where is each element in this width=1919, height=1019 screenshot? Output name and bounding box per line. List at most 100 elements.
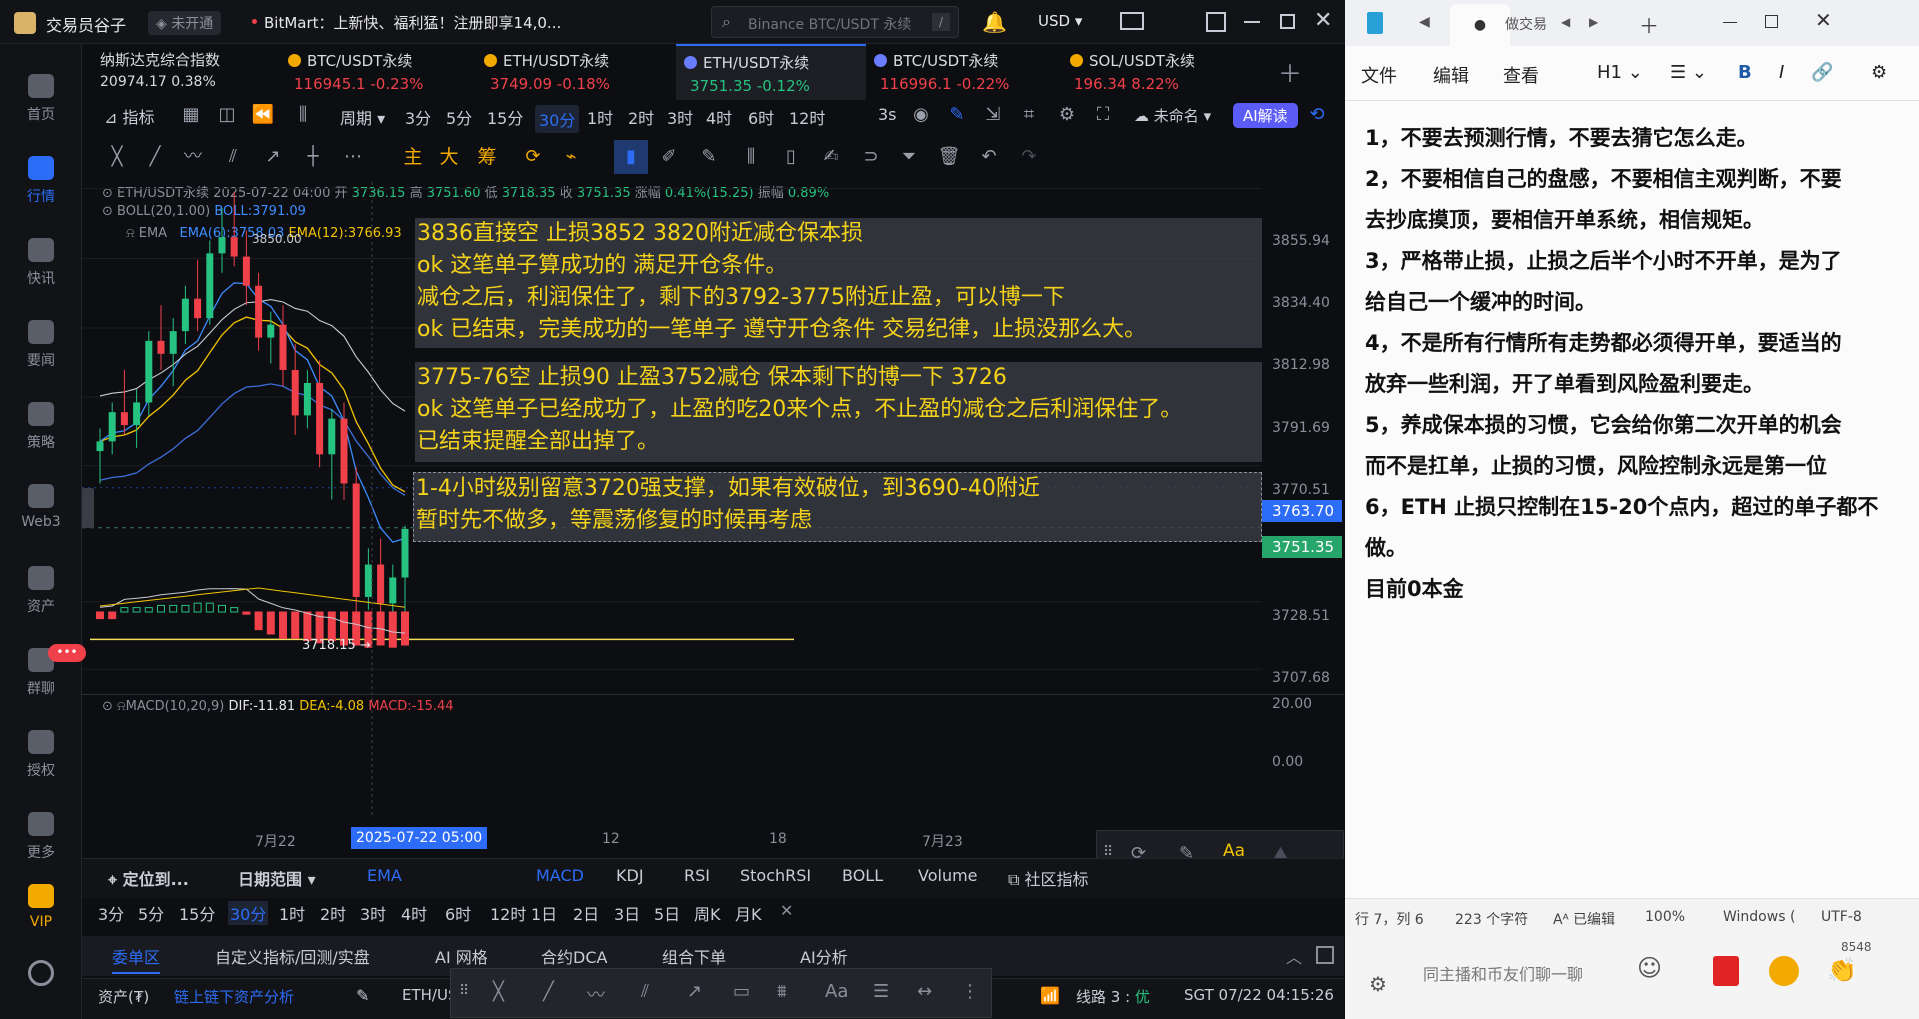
bottom-tab-2[interactable]: AI 网格 xyxy=(435,944,488,968)
ray-tool-icon[interactable]: ↗ xyxy=(260,144,286,170)
ticker-tab[interactable]: ETH/USDT永续 3749.09 -0.18% xyxy=(484,44,674,100)
gear-icon[interactable]: ⚙ xyxy=(1871,62,1887,83)
period-select[interactable]: 周期 ▾ xyxy=(340,105,385,129)
drag-handle-icon[interactable]: ⠿ xyxy=(459,983,469,999)
ray-tool-icon[interactable]: ↗ xyxy=(687,981,702,1002)
interval-bar-15[interactable]: 月K xyxy=(735,901,762,925)
redo-icon[interactable]: ↷ xyxy=(1016,144,1042,170)
interval-2[interactable]: 15分 xyxy=(487,105,523,129)
chips-tool[interactable]: 筹 xyxy=(474,144,500,170)
minimize-icon[interactable] xyxy=(1723,22,1737,23)
line-tool-icon[interactable]: ╱ xyxy=(543,981,554,1002)
interval-bar-14[interactable]: 周K xyxy=(694,901,721,925)
back-icon[interactable]: ◀ xyxy=(1419,14,1430,30)
indicator-tab-4[interactable]: BOLL xyxy=(842,866,883,885)
link-tool-icon[interactable]: ⌁ xyxy=(558,144,584,170)
sidebar-item-vip[interactable]: VIP xyxy=(0,884,82,930)
crop-icon[interactable]: ⌗ xyxy=(1016,102,1042,128)
red-packet-icon[interactable] xyxy=(1713,956,1739,986)
chart-scroll-handle[interactable] xyxy=(82,488,94,528)
line-tool-icon[interactable]: ╱ xyxy=(142,144,168,170)
edit-tool-icon[interactable]: ⟳ xyxy=(520,144,546,170)
community-indicator-button[interactable]: ⧉ 社区指标 xyxy=(1008,866,1089,890)
more-tools-icon[interactable]: ⋯ xyxy=(340,144,366,170)
interval-bar-5[interactable]: 2时 xyxy=(320,901,346,925)
ticker-tab[interactable]: BTC/USDT永续 116996.1 -0.22% xyxy=(874,44,1064,100)
big-chip-tool[interactable]: 大 xyxy=(436,144,462,170)
undo-icon[interactable]: ↶ xyxy=(976,144,1002,170)
new-tab-icon[interactable]: ＋ xyxy=(1639,10,1659,39)
date-range-select[interactable]: 日期范围 ▾ xyxy=(238,866,316,890)
currency-select[interactable]: USD ▾ xyxy=(1038,12,1082,30)
bold-icon[interactable]: B xyxy=(1738,62,1752,83)
interval-bar-6[interactable]: 3时 xyxy=(360,901,386,925)
interval-bar-12[interactable]: 3日 xyxy=(614,901,640,925)
interval-4[interactable]: 1时 xyxy=(587,105,613,129)
layout-split-icon[interactable]: ◫ xyxy=(214,102,240,128)
bottom-tab-1[interactable]: 自定义指标/回测/实盘 xyxy=(215,944,370,968)
indicator-button[interactable]: ⊿ 指标 xyxy=(104,104,155,128)
popout-icon[interactable] xyxy=(1316,946,1334,964)
share-icon[interactable]: ⟲ xyxy=(1304,102,1330,128)
bottom-tab-3[interactable]: 合约DCA xyxy=(541,944,607,968)
hline-tool-icon[interactable]: ┼ xyxy=(300,144,326,170)
bookmark-tool-icon[interactable]: ▮ xyxy=(614,140,648,174)
brush-tool-icon[interactable]: ✎ xyxy=(696,144,722,170)
interval-bar-7[interactable]: 4时 xyxy=(401,901,427,925)
link-icon[interactable]: 🔗 xyxy=(1811,62,1833,83)
search-box[interactable]: ⌕ Binance BTC/USDT 永续 / xyxy=(711,6,959,38)
interval-bar-11[interactable]: 2日 xyxy=(573,901,599,925)
index-name[interactable]: 纳斯达克综合指数 xyxy=(100,49,220,70)
indicator-tab-5[interactable]: Volume xyxy=(918,866,978,885)
crosshair-tool-icon[interactable]: ╳ xyxy=(104,144,130,170)
magnet-tool-icon[interactable]: ⊃ xyxy=(858,144,884,170)
account-badge[interactable]: ◈ 未开通 xyxy=(148,11,222,35)
notepad-tab[interactable]: 做交易 xyxy=(1505,14,1547,34)
interval-8[interactable]: 6时 xyxy=(748,105,774,129)
measure-tool-icon[interactable]: ↔ xyxy=(917,981,932,1002)
gear-icon[interactable]: ⚙ xyxy=(1369,972,1387,996)
asset-analysis-link[interactable]: 链上链下资产分析 xyxy=(174,986,294,1007)
measure-tool-icon[interactable]: ⫼ xyxy=(738,144,764,170)
note-tool-icon[interactable]: ✍ xyxy=(818,144,844,170)
interval-6[interactable]: 3时 xyxy=(667,105,693,129)
main-chip-tool[interactable]: 主 xyxy=(400,144,426,170)
interval-bar-13[interactable]: 5日 xyxy=(654,901,680,925)
maximize-icon[interactable] xyxy=(1765,15,1778,28)
rect-tool-icon[interactable]: ▭ xyxy=(733,981,750,1002)
sidebar-item-home[interactable]: 首页 xyxy=(0,74,82,124)
text-tool-icon[interactable]: Aa xyxy=(825,981,848,1002)
maximize-icon[interactable] xyxy=(1280,14,1295,29)
menu-edit[interactable]: 编辑 xyxy=(1433,62,1469,88)
interval-7[interactable]: 4时 xyxy=(706,105,732,129)
bottom-tab-5[interactable]: AI分析 xyxy=(800,944,848,968)
clap-icon[interactable]: 👏 xyxy=(1827,956,1857,984)
minimize-icon[interactable] xyxy=(1244,21,1260,23)
replay-icon[interactable]: ⏪ xyxy=(250,102,276,128)
bottom-tab-4[interactable]: 组合下单 xyxy=(662,944,726,968)
layout-name-select[interactable]: ☁ 未命名 ▾ xyxy=(1134,105,1211,126)
sidebar-item-assets[interactable]: 资产 xyxy=(0,566,82,616)
list-select[interactable]: ☰ ⌄ xyxy=(1670,62,1707,83)
locate-button[interactable]: ⌖ 定位到... xyxy=(108,866,189,890)
refresh-rate[interactable]: 3s xyxy=(878,105,897,124)
emoji-icon[interactable]: ☺ xyxy=(1637,954,1662,982)
interval-bar-4[interactable]: 1时 xyxy=(279,901,305,925)
interval-bar-8[interactable]: 6时 xyxy=(445,901,471,925)
tab-left-icon[interactable]: ◀ xyxy=(1561,15,1570,29)
wave-tool-icon[interactable]: 〰 xyxy=(180,144,206,170)
pen-tool-icon[interactable]: ✐ xyxy=(656,144,682,170)
collapse-icon[interactable]: ⊙ xyxy=(102,699,117,714)
interval-9[interactable]: 12时 xyxy=(789,105,825,129)
annotation-box-2[interactable]: 3775-76空 止损90 止盈3752减仓 保本剩下的博一下 3726 ok … xyxy=(415,362,1262,462)
add-tab-icon[interactable]: ＋ xyxy=(1278,54,1302,89)
heading-select[interactable]: H1 ⌄ xyxy=(1597,62,1643,83)
sidebar-item-strategy[interactable]: 策略 xyxy=(0,402,82,452)
interval-bar-10[interactable]: 1日 xyxy=(531,901,557,925)
ticker-tab[interactable]: BTC/USDT永续 116945.1 -0.23% xyxy=(288,44,478,100)
close-icon[interactable]: ✕ xyxy=(1314,8,1332,33)
gear-icon[interactable]: ⚙ xyxy=(1054,102,1080,128)
menu-file[interactable]: 文件 xyxy=(1361,62,1397,88)
sidebar-item-news[interactable]: 要闻 xyxy=(0,320,82,370)
ai-interpret-button[interactable]: AI解读 xyxy=(1233,103,1298,128)
